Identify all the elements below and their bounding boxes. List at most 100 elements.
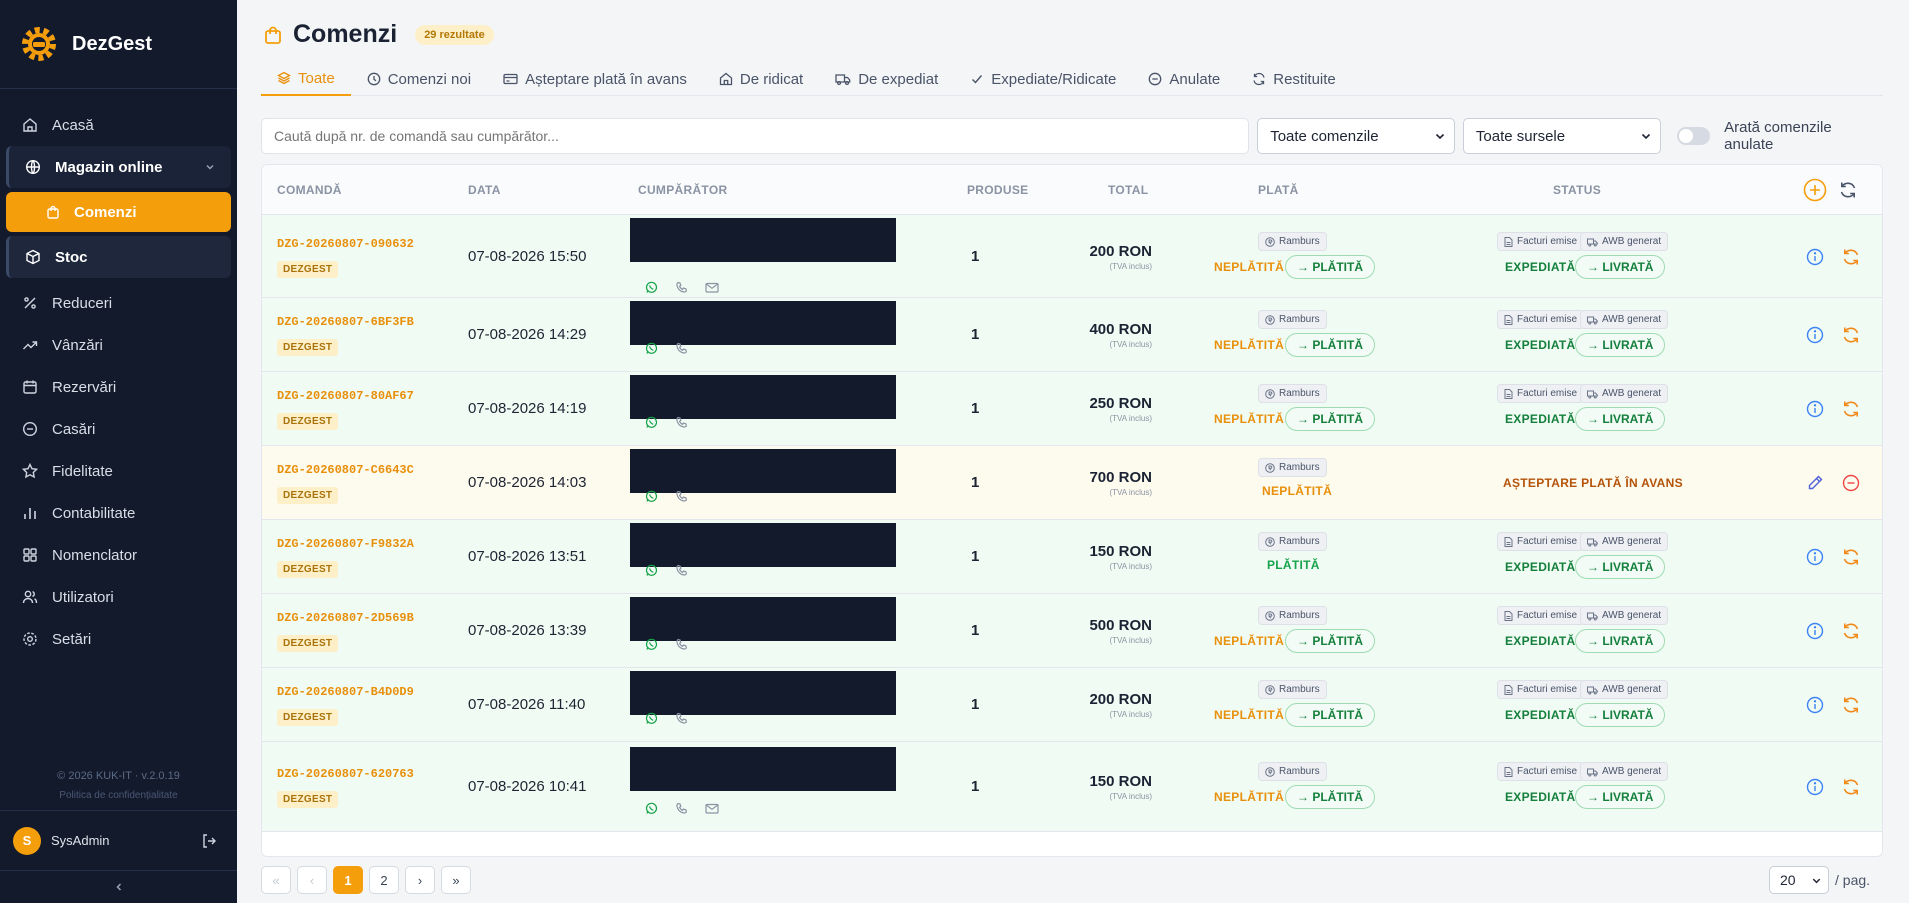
- sidebar-item-reduceri[interactable]: Reduceri: [0, 282, 237, 324]
- search-input[interactable]: [261, 118, 1250, 154]
- order-id-link[interactable]: DZG-20260807-C6643C: [277, 463, 414, 477]
- info-icon[interactable]: [1806, 400, 1824, 418]
- prev-page-button[interactable]: ‹: [297, 866, 327, 894]
- tab-asteptare-plata[interactable]: Așteptare plată în avans: [487, 62, 703, 96]
- whatsapp-icon[interactable]: [645, 490, 658, 503]
- page-button-1[interactable]: 1: [333, 866, 363, 894]
- tab-toate[interactable]: Toate: [261, 62, 351, 96]
- sidebar-item-comenzi[interactable]: Comenzi: [6, 192, 231, 232]
- sidebar-item-stoc[interactable]: Stoc: [6, 236, 231, 278]
- mark-delivered-button[interactable]: → LIVRATĂ: [1575, 255, 1666, 279]
- refresh-order-icon[interactable]: [1841, 777, 1861, 797]
- tab-de-expediat[interactable]: De expediat: [819, 62, 954, 96]
- tab-comenzi-noi[interactable]: Comenzi noi: [351, 62, 487, 96]
- phone-icon[interactable]: [675, 712, 688, 725]
- whatsapp-icon[interactable]: [645, 281, 658, 294]
- refresh-order-icon[interactable]: [1841, 399, 1861, 419]
- refresh-order-icon[interactable]: [1841, 325, 1861, 345]
- info-icon[interactable]: [1806, 548, 1824, 566]
- refresh-order-icon[interactable]: [1841, 621, 1861, 641]
- sidebar-item-acasa[interactable]: Acasă: [0, 104, 237, 146]
- sources-filter-select[interactable]: Toate sursele: [1462, 118, 1661, 154]
- email-icon[interactable]: [705, 802, 719, 815]
- per-page-select[interactable]: 20: [1769, 866, 1829, 894]
- tab-de-ridicat[interactable]: De ridicat: [703, 62, 819, 96]
- mark-delivered-button[interactable]: → LIVRATĂ: [1575, 333, 1666, 357]
- mark-paid-button[interactable]: → PLĂTITĂ: [1285, 703, 1375, 727]
- phone-icon[interactable]: [675, 564, 688, 577]
- table-row[interactable]: DZG-20260807-F9832A DEZGEST 07-08-2026 13:…: [262, 520, 1882, 594]
- whatsapp-icon[interactable]: [645, 638, 658, 651]
- whatsapp-icon[interactable]: [645, 802, 658, 815]
- sidebar-item-contabilitate[interactable]: Contabilitate: [0, 492, 237, 534]
- first-page-button[interactable]: «: [261, 866, 291, 894]
- table-row[interactable]: DZG-20260807-6BF3FB DEZGEST 07-08-2026 14:…: [262, 298, 1882, 372]
- table-row[interactable]: DZG-20260807-C6643C DEZGEST 07-08-2026 14:…: [262, 446, 1882, 520]
- whatsapp-icon[interactable]: [645, 564, 658, 577]
- privacy-policy-link[interactable]: Politica de confidențialitate: [0, 790, 237, 801]
- last-page-button[interactable]: »: [441, 866, 471, 894]
- phone-icon[interactable]: [675, 281, 688, 294]
- add-order-icon[interactable]: [1803, 178, 1827, 202]
- logout-icon[interactable]: [201, 833, 217, 849]
- sidebar-item-vanzari[interactable]: Vânzări: [0, 324, 237, 366]
- email-icon[interactable]: [705, 281, 719, 294]
- mark-paid-button[interactable]: → PLĂTITĂ: [1285, 255, 1375, 279]
- collapse-sidebar-button[interactable]: [0, 870, 237, 903]
- whatsapp-icon[interactable]: [645, 416, 658, 429]
- table-row[interactable]: DZG-20260807-80AF67 DEZGEST 07-08-2026 14:…: [262, 372, 1882, 446]
- cancel-order-icon[interactable]: [1842, 474, 1860, 492]
- mark-delivered-button[interactable]: → LIVRATĂ: [1575, 629, 1666, 653]
- sidebar-item-fidelitate[interactable]: Fidelitate: [0, 450, 237, 492]
- mark-paid-button[interactable]: → PLĂTITĂ: [1285, 407, 1375, 431]
- table-row[interactable]: DZG-20260807-B4D0D9 DEZGEST 07-08-2026 11:…: [262, 668, 1882, 742]
- order-id-link[interactable]: DZG-20260807-B4D0D9: [277, 685, 414, 699]
- phone-icon[interactable]: [675, 490, 688, 503]
- order-id-link[interactable]: DZG-20260807-620763: [277, 767, 414, 781]
- info-icon[interactable]: [1806, 326, 1824, 344]
- refresh-icon[interactable]: [1838, 180, 1858, 200]
- info-icon[interactable]: [1806, 248, 1824, 266]
- whatsapp-icon[interactable]: [645, 342, 658, 355]
- tab-anulate[interactable]: Anulate: [1132, 62, 1236, 96]
- mark-paid-button[interactable]: → PLĂTITĂ: [1285, 629, 1375, 653]
- order-id-link[interactable]: DZG-20260807-F9832A: [277, 537, 414, 551]
- phone-icon[interactable]: [675, 802, 688, 815]
- sidebar-item-rezervari[interactable]: Rezervări: [0, 366, 237, 408]
- sidebar-item-nomenclator[interactable]: Nomenclator: [0, 534, 237, 576]
- order-id-link[interactable]: DZG-20260807-090632: [277, 237, 414, 251]
- phone-icon[interactable]: [675, 342, 688, 355]
- table-row[interactable]: DZG-20260807-090632 DEZGEST 07-08-2026 15:…: [262, 215, 1882, 298]
- mark-paid-button[interactable]: → PLĂTITĂ: [1285, 785, 1375, 809]
- info-icon[interactable]: [1806, 696, 1824, 714]
- tab-restituite[interactable]: Restituite: [1236, 62, 1352, 96]
- sidebar-item-casari[interactable]: Casări: [0, 408, 237, 450]
- sidebar-item-setari[interactable]: Setări: [0, 618, 237, 660]
- next-page-button[interactable]: ›: [405, 866, 435, 894]
- table-row[interactable]: DZG-20260807-620763 DEZGEST 07-08-2026 10:…: [262, 742, 1882, 832]
- order-id-link[interactable]: DZG-20260807-80AF67: [277, 389, 414, 403]
- edit-icon[interactable]: [1806, 474, 1824, 492]
- show-cancelled-toggle[interactable]: [1676, 127, 1711, 145]
- order-id-link[interactable]: DZG-20260807-6BF3FB: [277, 315, 414, 329]
- order-id-link[interactable]: DZG-20260807-2D569B: [277, 611, 414, 625]
- phone-icon[interactable]: [675, 638, 688, 651]
- table-row[interactable]: DZG-20260807-2D569B DEZGEST 07-08-2026 13:…: [262, 594, 1882, 668]
- mark-delivered-button[interactable]: → LIVRATĂ: [1575, 785, 1666, 809]
- info-icon[interactable]: [1806, 778, 1824, 796]
- sidebar-item-utilizatori[interactable]: Utilizatori: [0, 576, 237, 618]
- refresh-order-icon[interactable]: [1841, 247, 1861, 267]
- mark-paid-button[interactable]: → PLĂTITĂ: [1285, 333, 1375, 357]
- whatsapp-icon[interactable]: [645, 712, 658, 725]
- info-icon[interactable]: [1806, 622, 1824, 640]
- refresh-order-icon[interactable]: [1841, 547, 1861, 567]
- mark-delivered-button[interactable]: → LIVRATĂ: [1575, 407, 1666, 431]
- refresh-order-icon[interactable]: [1841, 695, 1861, 715]
- tab-expediate-ridicate[interactable]: Expediate/Ridicate: [954, 62, 1132, 96]
- mark-delivered-button[interactable]: → LIVRATĂ: [1575, 703, 1666, 727]
- orders-filter-select[interactable]: Toate comenzile: [1257, 118, 1455, 154]
- avatar[interactable]: S: [13, 826, 41, 855]
- sidebar-item-magazin-online[interactable]: Magazin online: [6, 146, 231, 188]
- phone-icon[interactable]: [675, 416, 688, 429]
- page-button-2[interactable]: 2: [369, 866, 399, 894]
